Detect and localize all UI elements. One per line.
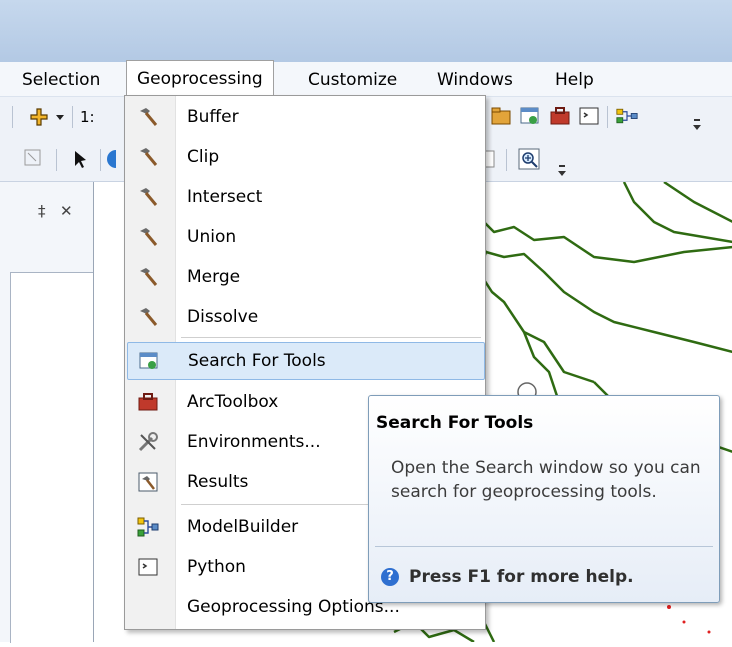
menu-selection[interactable]: Selection xyxy=(22,68,100,92)
menu-item-label: Environments... xyxy=(187,432,321,452)
menu-item-label: Intersect xyxy=(187,187,263,207)
menu-separator xyxy=(181,337,481,338)
toolbar-separator xyxy=(72,106,73,128)
select-elements-icon[interactable] xyxy=(22,147,44,169)
identify-icon[interactable] xyxy=(104,148,116,170)
toolbar-options-icon[interactable] xyxy=(557,163,566,177)
toolbox-icon xyxy=(138,393,158,411)
menu-help[interactable]: Help xyxy=(555,68,594,92)
hammer-icon xyxy=(140,308,158,326)
search-window-icon xyxy=(139,352,158,369)
add-data-icon[interactable] xyxy=(28,106,50,128)
add-data-dropdown-icon[interactable] xyxy=(54,106,66,128)
results-icon xyxy=(138,472,158,492)
tooltip-description: Open the Search window so you can search… xyxy=(391,458,701,502)
modelbuilder-icon[interactable] xyxy=(616,105,638,127)
menu-customize[interactable]: Customize xyxy=(308,68,397,92)
menu-item-label: Buffer xyxy=(187,107,239,127)
menu-item-label: ArcToolbox xyxy=(187,392,279,412)
pin-icon[interactable]: ‡ xyxy=(38,202,46,220)
toolbar-separator xyxy=(12,106,13,128)
toolbar-separator xyxy=(607,106,608,128)
tooltip-title: Search For Tools xyxy=(376,413,534,433)
pointer-icon[interactable] xyxy=(70,148,92,170)
tooltip-help-hint: ? Press F1 for more help. xyxy=(381,567,634,587)
menu-windows[interactable]: Windows xyxy=(437,68,513,92)
table-of-contents-list[interactable] xyxy=(10,272,94,643)
map-scale-field[interactable]: 1: xyxy=(80,106,95,128)
toolbox-icon[interactable] xyxy=(549,105,571,127)
menu-item-label: Merge xyxy=(187,267,241,287)
partial-tool-icon[interactable] xyxy=(484,148,498,170)
toolbar-separator xyxy=(56,149,57,171)
hammer-icon xyxy=(140,188,158,206)
hammer-icon xyxy=(140,268,158,286)
python-window-icon xyxy=(138,558,158,576)
menu-item-search-for-tools[interactable]: Search For Tools xyxy=(127,342,485,380)
menu-item-merge[interactable]: Merge xyxy=(127,259,483,295)
menu-item-buffer[interactable]: Buffer xyxy=(127,99,483,135)
dock-header: ‡ ✕ xyxy=(0,200,93,228)
tooltip-help-text: Press F1 for more help. xyxy=(409,567,634,587)
toolbar-separator xyxy=(100,149,101,171)
close-icon[interactable]: ✕ xyxy=(60,202,73,220)
python-window-icon[interactable] xyxy=(578,105,600,127)
hammer-icon xyxy=(140,228,158,246)
menu-item-clip[interactable]: Clip xyxy=(127,139,483,175)
search-window-icon[interactable] xyxy=(519,105,541,127)
menu-item-label: Python xyxy=(187,557,246,577)
zoom-in-icon[interactable] xyxy=(518,148,540,170)
toolbox-folder-icon[interactable] xyxy=(490,105,512,127)
menu-item-union[interactable]: Union xyxy=(127,219,483,255)
menu-item-intersect[interactable]: Intersect xyxy=(127,179,483,215)
menu-item-label: Clip xyxy=(187,147,220,167)
menu-bar: Selection Customize Windows Help xyxy=(0,62,732,97)
search-for-tools-tooltip: Search For Tools Open the Search window … xyxy=(368,395,720,603)
help-icon: ? xyxy=(381,568,399,586)
menu-item-label: Search For Tools xyxy=(188,351,326,371)
menu-item-label: Results xyxy=(187,472,249,492)
menu-item-dissolve[interactable]: Dissolve xyxy=(127,299,483,335)
menu-geoprocessing[interactable]: Geoprocessing xyxy=(126,60,274,97)
hammer-icon xyxy=(140,148,158,166)
modelbuilder-icon xyxy=(137,517,159,537)
tooltip-separator xyxy=(375,546,713,547)
menu-item-label: Union xyxy=(187,227,237,247)
window-title-bar xyxy=(0,0,732,62)
toolbar-options-icon[interactable] xyxy=(692,117,701,131)
hammer-icon xyxy=(140,108,158,126)
environments-icon xyxy=(138,432,158,452)
toolbar-separator xyxy=(506,149,507,171)
menu-item-label: ModelBuilder xyxy=(187,517,299,537)
menu-item-label: Dissolve xyxy=(187,307,259,327)
